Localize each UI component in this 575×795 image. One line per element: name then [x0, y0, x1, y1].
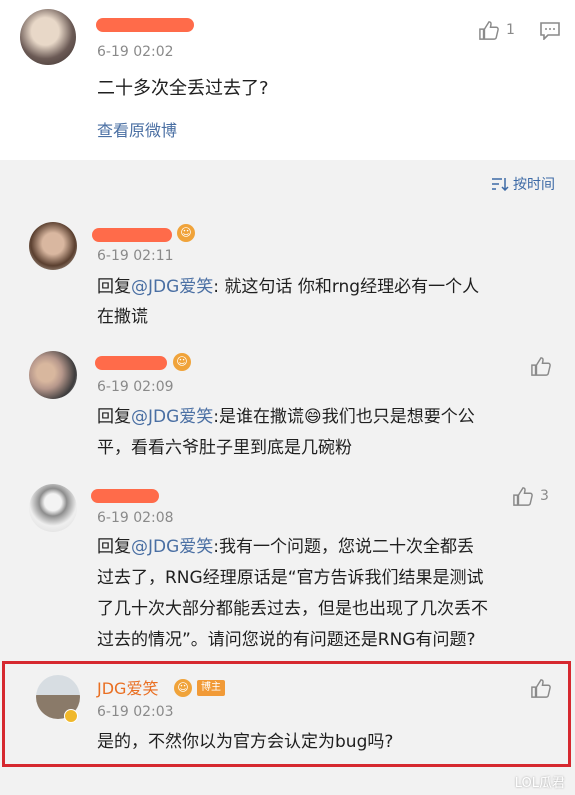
mention-link[interactable]: @JDG爱笑 — [131, 407, 213, 427]
post-text: 二十多次全丢过去了? — [97, 78, 269, 99]
redacted-username — [92, 228, 172, 242]
avatar[interactable] — [29, 484, 77, 532]
like-button[interactable]: 3 — [512, 486, 549, 506]
redacted-username — [91, 489, 159, 503]
highlight-box — [2, 661, 571, 767]
comment-time: 6-19 02:08 — [97, 510, 174, 526]
view-original-link[interactable]: 查看原微博 — [97, 115, 177, 146]
comment-text-line2: 平，看看六爷肚子里到底是几碗粉 — [97, 438, 352, 458]
comment-time: 6-19 02:11 — [97, 248, 174, 264]
comment-time: 6-19 02:09 — [97, 379, 174, 395]
comment-text: 回复@JDG爱笑: 就这句话 你和rng经理必有一个人 — [97, 277, 480, 297]
avatar[interactable] — [20, 9, 76, 65]
comment-icon[interactable] — [540, 22, 560, 40]
thumbs-up-icon — [531, 357, 551, 376]
vip-badge-icon: ☺ — [177, 224, 195, 242]
comment-text-line3: 了几十次大部分都能丢过去，但是也出现了几次丢不 — [97, 599, 488, 619]
post-time: 6-19 02:02 — [97, 44, 174, 60]
sort-icon — [492, 178, 509, 191]
thumbs-up-icon — [513, 487, 533, 506]
avatar[interactable] — [29, 222, 77, 270]
mention-link[interactable]: @JDG爱笑 — [131, 277, 213, 297]
sort-label: 按时间 — [513, 177, 555, 193]
original-post: 6-19 02:02 二十多次全丢过去了? 查看原微博 1 — [0, 0, 575, 160]
comment-text-line2: 过去了，RNG经理原话是“官方告诉我们结果是测试 — [97, 568, 484, 588]
like-count: 3 — [540, 488, 549, 504]
redacted-username — [95, 356, 167, 370]
like-button[interactable] — [530, 356, 552, 376]
mention-link[interactable]: @JDG爱笑 — [131, 537, 213, 557]
comment-text: 回复@JDG爱笑:是谁在撒谎😄我们也只是想要个公 — [97, 407, 475, 427]
comment-text-line2: 在撒谎 — [97, 307, 148, 327]
watermark: LOL瓜君 — [514, 776, 565, 791]
comment-text-line4: 过去的情况”。请问您说的有问题还是RNG有问题? — [97, 630, 476, 650]
comment-text: 回复@JDG爱笑:我有一个问题，您说二十次全都丢 — [97, 537, 475, 557]
redacted-username — [96, 18, 194, 32]
sort-by-time-button[interactable]: 按时间 — [491, 174, 555, 194]
vip-badge-icon: ☺ — [173, 353, 191, 371]
like-count: 1 — [506, 22, 515, 38]
like-button[interactable]: 1 — [478, 20, 515, 40]
thumbs-up-icon — [479, 21, 499, 40]
avatar[interactable] — [29, 351, 77, 399]
